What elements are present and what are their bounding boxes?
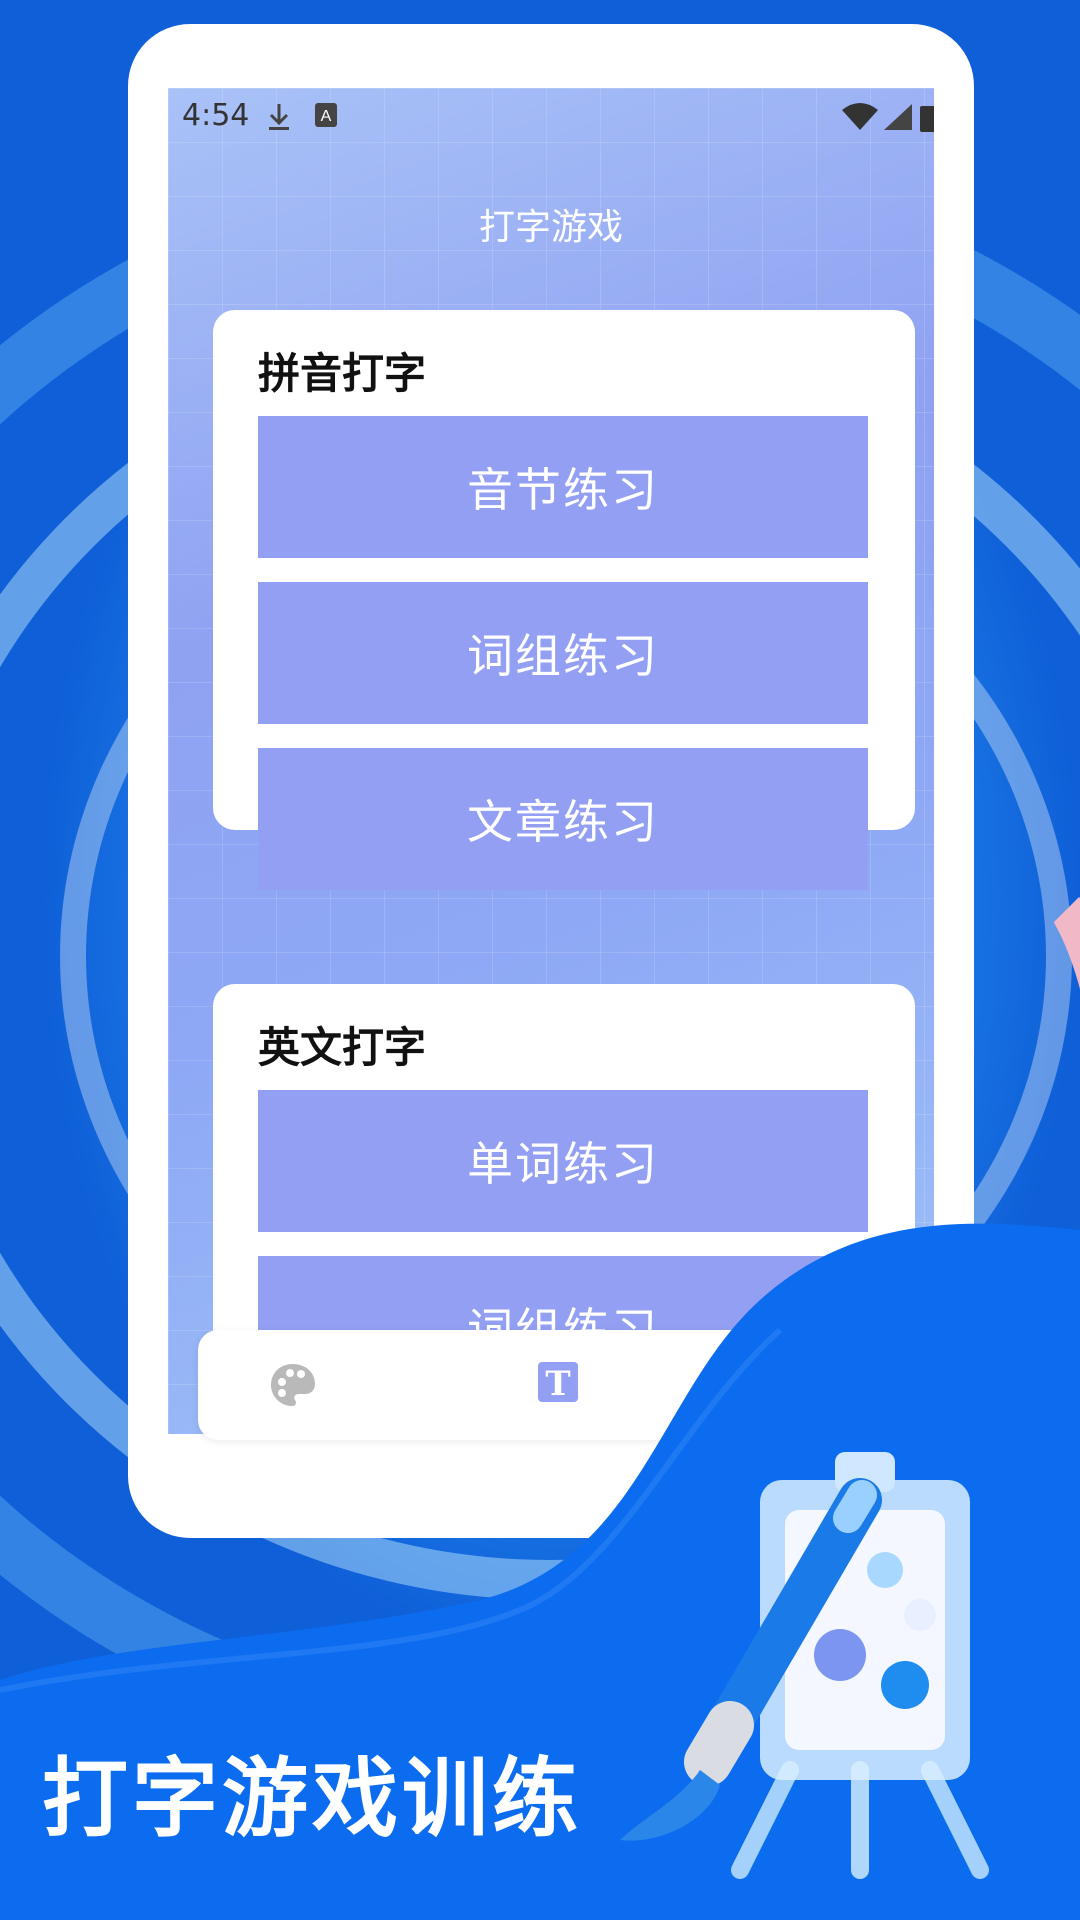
promo-headline: 打字游戏训练 — [42, 1749, 582, 1849]
easel-brush-illustration — [620, 1452, 989, 1879]
